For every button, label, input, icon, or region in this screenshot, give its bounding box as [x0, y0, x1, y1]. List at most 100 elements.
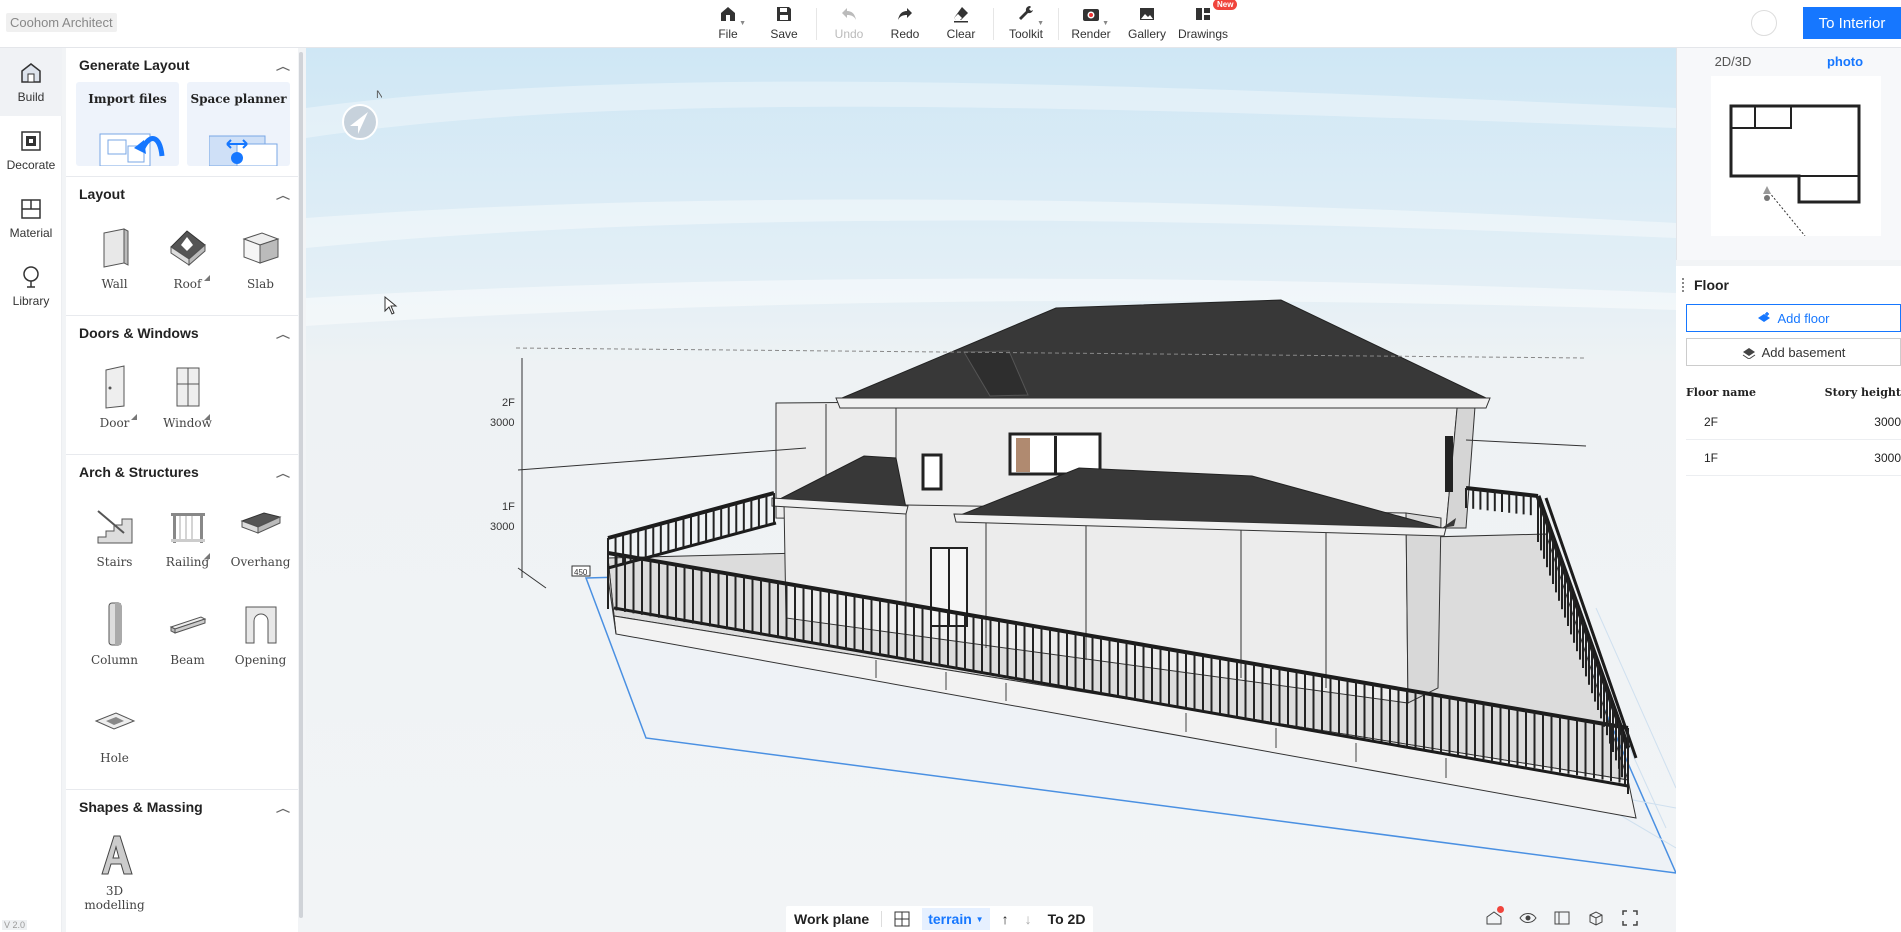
to-interior-button[interactable]: To Interior: [1803, 7, 1901, 39]
drawings-button[interactable]: Drawings New: [1175, 0, 1238, 48]
roof-icon: [169, 230, 206, 267]
arch-structures-section: Arch & Structures ︿ Stairs Railing Overh…: [66, 455, 298, 790]
collapse-chevron-icon[interactable]: ︿: [276, 800, 290, 815]
undo-icon: [842, 8, 856, 20]
file-button[interactable]: File ▼: [700, 0, 756, 48]
panel-icon[interactable]: [1552, 908, 1572, 928]
window-icon: [176, 367, 199, 407]
drag-grip-icon[interactable]: [1682, 278, 1686, 292]
fullscreen-icon[interactable]: [1620, 908, 1640, 928]
collapse-chevron-icon[interactable]: ︿: [276, 465, 290, 480]
railing-more-icon[interactable]: [204, 553, 210, 559]
left-nav: Build Decorate Material Library V 2.0: [0, 48, 62, 932]
floor-header: Floor: [1676, 266, 1901, 304]
window-tool[interactable]: Window: [151, 356, 224, 444]
door-tool[interactable]: Door: [78, 356, 151, 444]
render-button[interactable]: Render ▼: [1063, 0, 1119, 48]
collapse-chevron-icon[interactable]: ︿: [276, 187, 290, 202]
nav-material-label: Material: [9, 226, 53, 240]
overhang-tool[interactable]: Overhang: [224, 495, 297, 583]
shapes-massing-header[interactable]: Shapes & Massing ︿: [66, 790, 298, 824]
wall-tool[interactable]: Wall: [78, 217, 151, 305]
undo-button[interactable]: Undo: [821, 0, 877, 48]
material-icon: [21, 199, 41, 219]
opening-icon: [245, 606, 276, 644]
level-down-icon[interactable]: ↓: [1017, 906, 1040, 932]
terrain-dropdown[interactable]: terrain ▼: [922, 908, 990, 930]
dim-base-label: 450: [574, 568, 588, 577]
floor-row[interactable]: 1F 3000: [1686, 440, 1901, 476]
beam-tool[interactable]: Beam: [151, 593, 224, 681]
nav-build[interactable]: Build: [0, 48, 62, 116]
roof-tool[interactable]: Roof: [151, 217, 224, 305]
add-floor-button[interactable]: Add floor: [1686, 304, 1901, 332]
stairs-label: Stairs: [96, 555, 133, 569]
toolkit-button[interactable]: Toolkit ▼: [998, 0, 1054, 48]
hole-tool[interactable]: Hole: [78, 691, 151, 779]
generate-layout-header[interactable]: Generate Layout ︿: [66, 48, 298, 82]
toolbar-tools: File ▼ Save Undo Redo Clear Toolkit ▼ Re…: [700, 0, 1238, 48]
column-label: Column: [90, 653, 139, 667]
floor-row[interactable]: 2F 3000: [1686, 404, 1901, 440]
opening-tool[interactable]: Opening: [224, 593, 297, 681]
nav-decorate[interactable]: Decorate: [0, 116, 62, 184]
notification-dot: [1497, 906, 1504, 913]
level-up-icon[interactable]: ↑: [994, 906, 1017, 932]
railing-tool[interactable]: Railing: [151, 495, 224, 583]
save-label: Save: [770, 27, 798, 41]
import-files-card[interactable]: Import files: [76, 82, 179, 166]
nav-library[interactable]: Library: [0, 252, 62, 320]
nav-material[interactable]: Material: [0, 184, 62, 252]
grid-toggle-icon[interactable]: [886, 906, 918, 932]
window-more-icon[interactable]: [204, 414, 210, 420]
doors-windows-title: Doors & Windows: [79, 325, 199, 341]
add-basement-button[interactable]: Add basement: [1686, 338, 1901, 366]
floor-row-height[interactable]: 3000: [1874, 415, 1901, 429]
collapse-chevron-icon[interactable]: ︿: [276, 58, 290, 73]
layout-header[interactable]: Layout ︿: [66, 177, 298, 211]
wall-icon: [103, 228, 128, 268]
beam-icon: [169, 616, 206, 634]
door-more-icon[interactable]: [131, 414, 137, 420]
panel-scrollbar[interactable]: [299, 52, 303, 918]
arch-structures-header[interactable]: Arch & Structures ︿: [66, 455, 298, 489]
version-label: V 2.0: [2, 920, 28, 930]
doors-windows-header[interactable]: Doors & Windows ︿: [66, 316, 298, 350]
space-planner-card[interactable]: Space planner: [187, 82, 290, 166]
col-floor-name: Floor name: [1686, 385, 1757, 399]
layers-icon[interactable]: [1484, 906, 1504, 928]
doors-windows-section: Doors & Windows ︿ Door Window: [66, 316, 298, 455]
slab-icon: [242, 232, 279, 264]
3d-viewport[interactable]: N 2F 3000 1F 3000 450: [306, 48, 1676, 932]
redo-button[interactable]: Redo: [877, 0, 933, 48]
opening-label: Opening: [234, 653, 287, 667]
col-story-height: Story height: [1824, 385, 1901, 399]
tab-photo[interactable]: photo: [1789, 54, 1901, 69]
3d-modelling-tool[interactable]: 3D modelling: [78, 824, 151, 912]
minimap-canvas[interactable]: [1711, 76, 1881, 237]
cube-view-icon[interactable]: [1586, 908, 1606, 928]
avatar[interactable]: [1751, 10, 1777, 36]
top-toolbar: Coohom Architect File ▼ Save Undo Redo C…: [0, 0, 1901, 48]
home-icon: [721, 7, 735, 21]
clear-button[interactable]: Clear: [933, 0, 989, 48]
work-plane-button[interactable]: Work plane: [786, 906, 877, 932]
tab-2d3d[interactable]: 2D/3D: [1677, 54, 1789, 69]
3d-letter-icon: [100, 835, 133, 875]
stairs-tool[interactable]: Stairs: [78, 495, 151, 583]
nav-library-label: Library: [12, 294, 50, 308]
collapse-chevron-icon[interactable]: ︿: [276, 326, 290, 341]
roof-more-icon[interactable]: [204, 275, 210, 281]
slab-tool[interactable]: Slab: [224, 217, 297, 305]
gallery-button[interactable]: Gallery: [1119, 0, 1175, 48]
toolkit-caret-icon: ▼: [1037, 20, 1044, 27]
floor-row-height[interactable]: 3000: [1874, 451, 1901, 465]
add-floor-label: Add floor: [1777, 310, 1830, 326]
column-tool[interactable]: Column: [78, 593, 151, 681]
gallery-icon: [1140, 8, 1154, 20]
save-button[interactable]: Save: [756, 0, 812, 48]
to-2d-button[interactable]: To 2D: [1040, 906, 1094, 932]
eye-icon[interactable]: [1518, 908, 1538, 928]
app-title: Coohom Architect: [6, 13, 117, 32]
beam-label: Beam: [170, 653, 205, 667]
